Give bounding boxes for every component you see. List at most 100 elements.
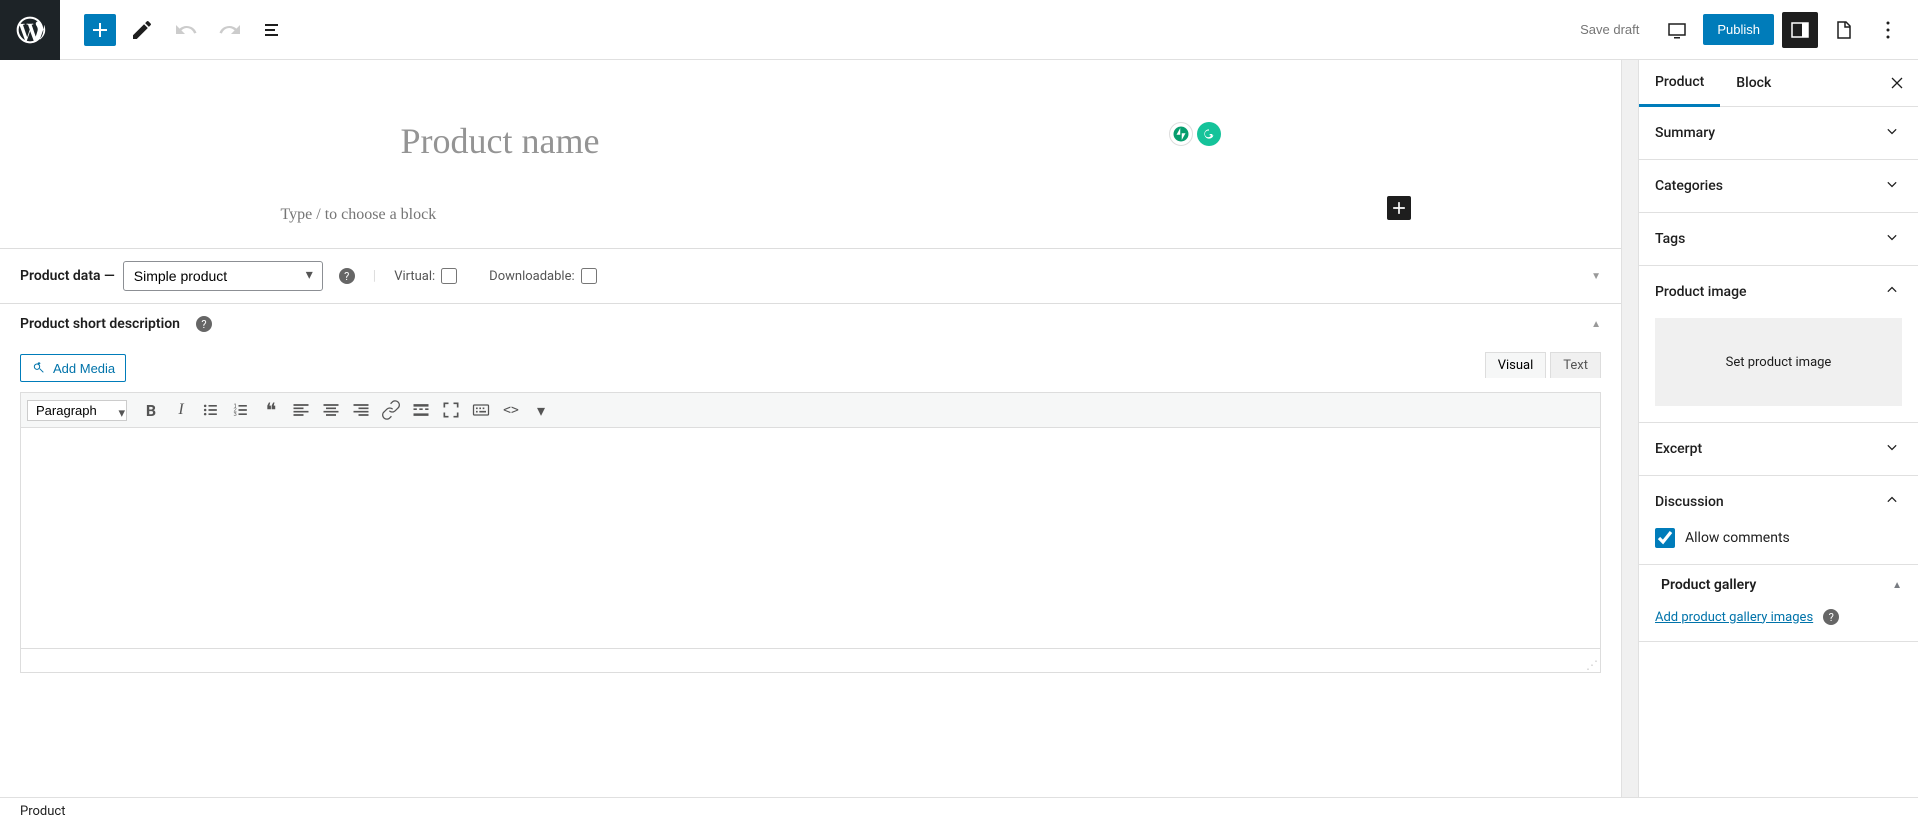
undo-icon (174, 18, 198, 42)
align-left-icon (291, 400, 311, 420)
resize-grip-icon[interactable]: ⋰ (1586, 658, 1598, 670)
save-draft-button[interactable]: Save draft (1568, 16, 1651, 43)
summary-section: Summary (1639, 107, 1918, 160)
discussion-section: Discussion Allow comments (1639, 476, 1918, 565)
text-tab[interactable]: Text (1550, 352, 1601, 378)
tab-block[interactable]: Block (1720, 61, 1787, 105)
preview-button[interactable] (1659, 12, 1695, 48)
categories-section: Categories (1639, 160, 1918, 213)
virtual-checkbox[interactable] (441, 268, 457, 284)
plus-icon (88, 18, 112, 42)
excerpt-header[interactable]: Excerpt (1639, 423, 1918, 475)
product-image-header[interactable]: Product image (1639, 266, 1918, 318)
bullet-list-button[interactable] (197, 397, 225, 423)
read-more-button[interactable] (407, 397, 435, 423)
short-description-panel: Product short description ? ▲ Add Media … (0, 303, 1621, 673)
document-overview-button[interactable] (256, 12, 292, 48)
wysiwyg-editor: Paragraph B I 123 ❝ <> ▾ (20, 392, 1601, 673)
help-icon[interactable]: ? (196, 316, 212, 332)
format-select-wrap: Paragraph (27, 400, 135, 421)
product-data-panel: Product data — Simple product ? | Virtua… (0, 248, 1621, 303)
plugin-icon (1832, 18, 1856, 42)
tab-product[interactable]: Product (1639, 60, 1720, 107)
product-gallery-header[interactable]: Product gallery ▲ (1639, 565, 1918, 605)
editor-inner: Type / to choose a block (0, 60, 1621, 248)
toolbar-toggle-button[interactable]: ▾ (527, 397, 555, 423)
chevron-down-icon (1882, 174, 1902, 194)
help-icon[interactable]: ? (339, 268, 355, 284)
link-icon (381, 400, 401, 420)
allow-comments-checkbox[interactable] (1655, 528, 1675, 548)
code-button[interactable]: <> (497, 397, 525, 423)
edit-icon (130, 18, 154, 42)
toolbar-right: Save draft Publish (1568, 12, 1918, 48)
undo-button[interactable] (168, 12, 204, 48)
tools-button[interactable] (124, 12, 160, 48)
tags-section: Tags (1639, 213, 1918, 266)
product-gallery-section: Product gallery ▲ Add product gallery im… (1639, 565, 1918, 642)
plus-icon (1389, 198, 1409, 218)
tags-header[interactable]: Tags (1639, 213, 1918, 265)
add-media-button[interactable]: Add Media (20, 354, 126, 382)
keyboard-button[interactable] (467, 397, 495, 423)
align-center-button[interactable] (317, 397, 345, 423)
status-bar: Product (0, 797, 1918, 825)
publish-button[interactable]: Publish (1703, 14, 1774, 45)
grammarly-icon-svg (1201, 126, 1217, 142)
product-type-select[interactable]: Simple product (123, 261, 323, 291)
insert-block-button[interactable] (84, 14, 116, 46)
redo-icon (218, 18, 242, 42)
breadcrumb[interactable]: Product (20, 804, 65, 819)
product-data-header: Product data — Simple product ? | Virtua… (0, 249, 1621, 303)
align-center-icon (321, 400, 341, 420)
editor-mode-tabs: Visual Text (1481, 352, 1601, 378)
options-button[interactable] (1870, 12, 1906, 48)
title-input[interactable] (401, 120, 1221, 162)
wysiwyg-textarea[interactable] (21, 428, 1600, 648)
grammarly-icon[interactable] (1197, 122, 1221, 146)
redo-button[interactable] (212, 12, 248, 48)
settings-sidebar-button[interactable] (1782, 12, 1818, 48)
wysiwyg-toolbar: Paragraph B I 123 ❝ <> ▾ (21, 393, 1600, 428)
inline-add-block-button[interactable] (1387, 196, 1411, 220)
ordered-list-button[interactable]: 123 (227, 397, 255, 423)
allow-comments-row: Allow comments (1655, 528, 1902, 548)
visual-tab[interactable]: Visual (1485, 352, 1547, 378)
discussion-header[interactable]: Discussion (1639, 476, 1918, 528)
align-right-button[interactable] (347, 397, 375, 423)
wordpress-icon (14, 14, 46, 46)
collapse-arrow-icon[interactable]: ▼ (1591, 271, 1601, 282)
more-icon (1876, 18, 1900, 42)
collapse-arrow-icon[interactable]: ▲ (1591, 319, 1601, 330)
close-sidebar-button[interactable] (1876, 73, 1918, 93)
link-button[interactable] (377, 397, 405, 423)
summary-header[interactable]: Summary (1639, 107, 1918, 159)
jetpack-icon[interactable] (1169, 122, 1193, 146)
title-area (401, 120, 1221, 162)
jetpack-icon-svg (1172, 125, 1190, 143)
blockquote-button[interactable]: ❝ (257, 397, 285, 423)
close-icon (1887, 73, 1907, 93)
add-gallery-link[interactable]: Add product gallery images (1655, 610, 1813, 625)
italic-button[interactable]: I (167, 397, 195, 423)
categories-header[interactable]: Categories (1639, 160, 1918, 212)
app-logo[interactable] (0, 0, 60, 60)
read-more-icon (411, 400, 431, 420)
scrollbar-track[interactable] (1622, 60, 1638, 797)
wysiwyg-footer: ⋰ (21, 648, 1600, 672)
set-product-image-button[interactable]: Set product image (1655, 318, 1902, 406)
align-left-button[interactable] (287, 397, 315, 423)
short-description-label: Product short description (20, 316, 180, 332)
content-block-placeholder[interactable]: Type / to choose a block (281, 202, 1341, 228)
preview-icon (1665, 18, 1689, 42)
list-view-icon (262, 18, 286, 42)
format-select[interactable]: Paragraph (27, 400, 127, 421)
fullscreen-button[interactable] (437, 397, 465, 423)
media-icon (31, 360, 47, 376)
fullscreen-icon (441, 400, 461, 420)
bold-button[interactable]: B (137, 397, 165, 423)
plugin-button[interactable] (1826, 12, 1862, 48)
help-icon[interactable]: ? (1823, 609, 1839, 625)
chevron-up-icon (1882, 490, 1902, 510)
downloadable-checkbox[interactable] (581, 268, 597, 284)
